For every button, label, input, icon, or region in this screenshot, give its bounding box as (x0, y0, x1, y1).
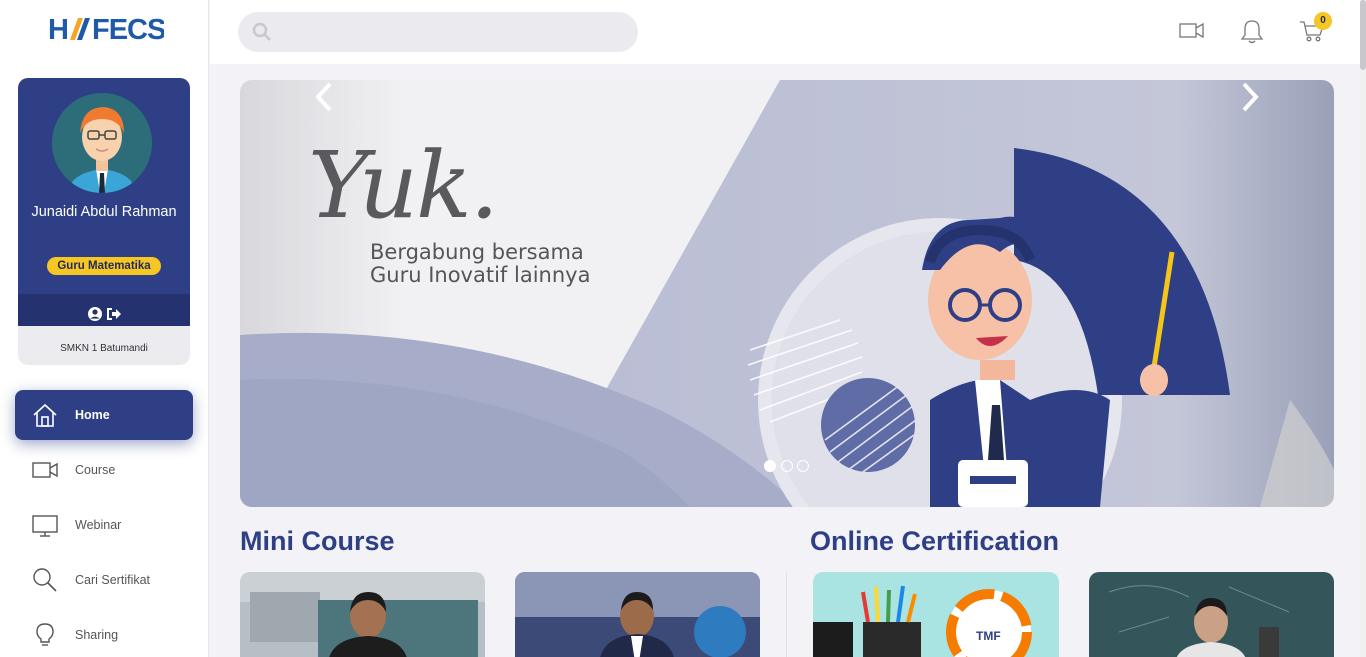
sidebar-item-label: Course (75, 463, 116, 477)
certification-thumbnail-2 (1089, 572, 1334, 657)
svg-text:TMF: TMF (976, 629, 1001, 643)
certification-thumbnail-1: TMF (813, 572, 1059, 657)
top-bar: 0 (210, 0, 1366, 64)
role-badge: Guru Matematika (47, 257, 161, 275)
video-camera-icon[interactable] (1179, 18, 1205, 44)
svg-text:FECS: FECS (92, 14, 164, 44)
profile-card: Junaidi Abdul Rahman Guru Matematika (18, 78, 190, 334)
carousel-next-arrow-icon[interactable] (1238, 80, 1262, 114)
avatar (52, 93, 152, 193)
sidebar-item-label: Sharing (75, 628, 119, 642)
mini-course-card-1[interactable] (240, 572, 485, 657)
hafecs-logo[interactable]: H FECS (48, 14, 164, 44)
section-divider (786, 572, 787, 657)
banner-subtitle-line-2: Guru Inovatif lainnya (370, 263, 591, 287)
monitor-icon (32, 515, 58, 537)
sidebar: H FECS Junaidi Abdul Rahman Guru Matemat… (0, 0, 209, 657)
sidebar-item-home[interactable]: Home (15, 390, 193, 440)
user-circle-icon[interactable] (87, 306, 103, 322)
sidebar-item-cari-sertifikat[interactable]: Cari Sertifikat (15, 555, 193, 605)
banner-headline: Yuk. (308, 132, 499, 239)
home-icon (33, 403, 57, 427)
search-bar[interactable] (238, 12, 638, 52)
profile-name: Junaidi Abdul Rahman (31, 204, 177, 220)
carousel-dot-3[interactable] (797, 460, 809, 472)
course-thumbnail-2 (515, 572, 760, 657)
scrollbar[interactable] (1360, 0, 1366, 657)
sidebar-item-course[interactable]: Course (15, 445, 193, 495)
scrollbar-thumb[interactable] (1360, 0, 1366, 70)
cart-count-badge: 0 (1314, 12, 1332, 30)
hero-banner-carousel[interactable]: Yuk. Bergabung bersama Guru Inovatif lai… (240, 80, 1334, 507)
search-input[interactable] (282, 20, 622, 44)
search-icon (33, 568, 57, 592)
sidebar-item-label: Webinar (75, 518, 122, 532)
carousel-prev-arrow-icon[interactable] (312, 80, 336, 114)
carousel-dot-2[interactable] (781, 460, 793, 472)
mini-course-heading: Mini Course (240, 526, 395, 556)
course-thumbnail-1 (240, 572, 485, 657)
school-name: SMKN 1 Batumandi (18, 326, 190, 365)
logout-icon[interactable] (106, 306, 122, 322)
search-icon (252, 22, 271, 41)
online-certification-card-1[interactable]: TMF (813, 572, 1059, 657)
notification-bell-icon[interactable] (1239, 18, 1265, 44)
mini-course-card-2[interactable] (515, 572, 760, 657)
online-certification-card-2[interactable] (1089, 572, 1334, 657)
sidebar-item-sharing[interactable]: Sharing (15, 610, 193, 657)
online-certification-heading: Online Certification (810, 526, 1060, 556)
video-icon (32, 462, 58, 478)
banner-subtitle-line-1: Bergabung bersama (370, 240, 584, 264)
sidebar-item-label: Home (75, 408, 110, 422)
svg-text:H: H (48, 14, 68, 44)
carousel-dot-1[interactable] (764, 460, 776, 472)
sidebar-item-webinar[interactable]: Webinar (15, 500, 193, 550)
lightbulb-icon (36, 623, 54, 646)
sidebar-item-label: Cari Sertifikat (75, 573, 151, 587)
